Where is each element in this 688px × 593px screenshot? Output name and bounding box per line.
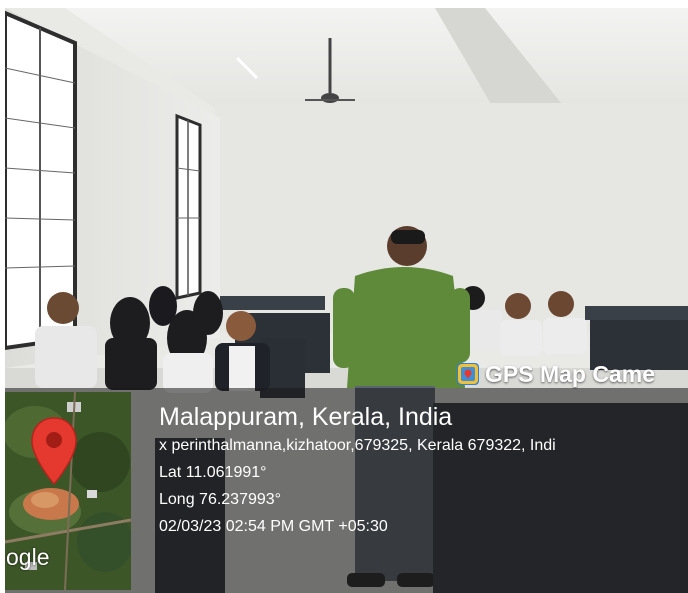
address: x perinthalmanna,kizhatoor,679325, Keral… [159, 437, 556, 454]
place-name: Malappuram, Kerala, India [159, 403, 453, 431]
window-right [175, 113, 202, 300]
map-attribution: ogle [6, 544, 50, 570]
longitude: Long 76.237993° [159, 491, 282, 508]
gps-stamp: GPS Map Came ogle Malappuram, Kerala, In… [5, 361, 688, 593]
photo-frame: GPS Map Came ogle Malappuram, Kerala, In… [0, 0, 688, 593]
classroom-photo: GPS Map Came ogle Malappuram, Kerala, In… [5, 8, 688, 593]
latitude: Lat 11.061991° [159, 464, 267, 481]
location-info: Malappuram, Kerala, India x perinthalman… [159, 402, 688, 540]
app-name: GPS Map Came [485, 360, 655, 387]
satellite-map[interactable]: ogle [5, 392, 131, 590]
gps-map-camera-icon [457, 363, 479, 385]
app-badge: GPS Map Came [457, 360, 655, 388]
datetime: 02/03/23 02:54 PM GMT +05:30 [159, 518, 388, 535]
students-right [461, 286, 587, 356]
